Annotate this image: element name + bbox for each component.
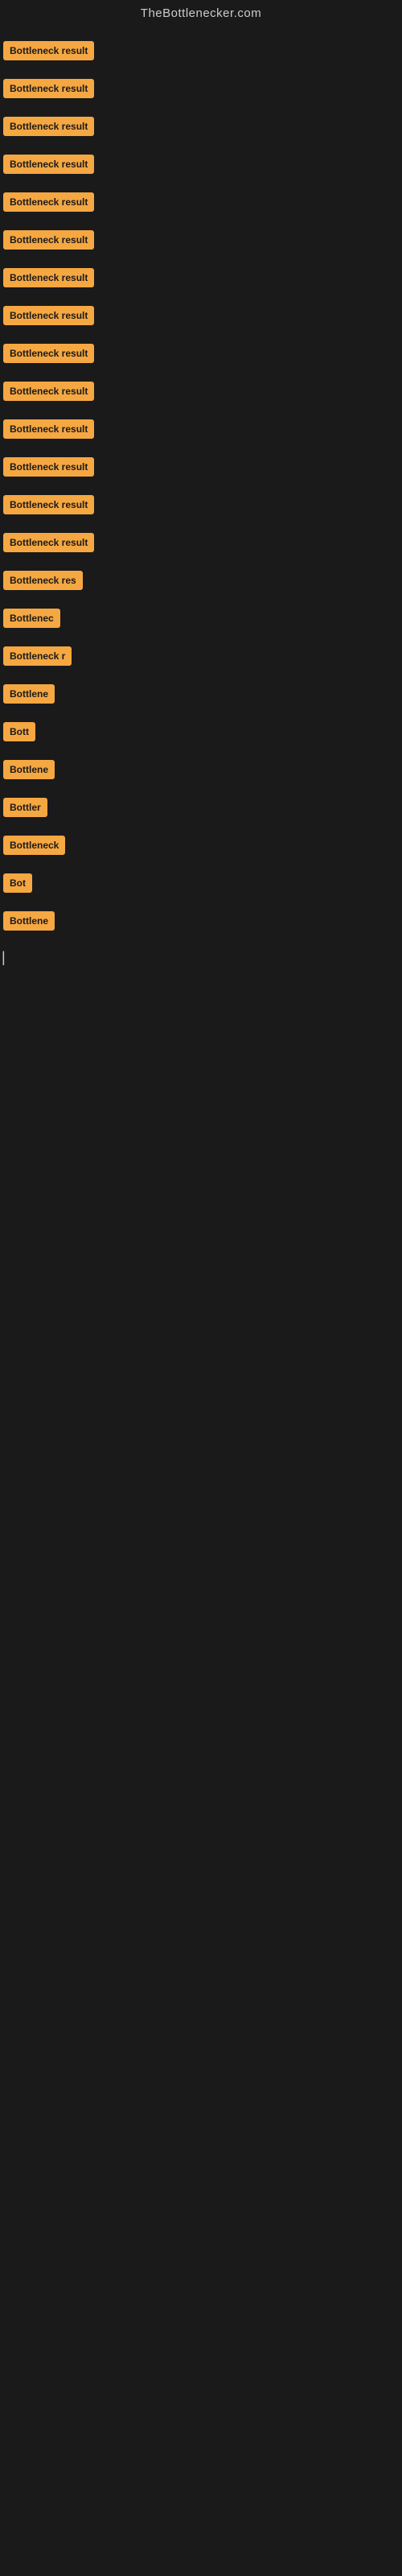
bottleneck-badge[interactable]: Bottleneck result — [3, 230, 94, 250]
bottleneck-badge[interactable]: Bottleneck result — [3, 533, 94, 552]
bottleneck-badge[interactable]: Bottleneck r — [3, 646, 72, 666]
bottleneck-badge[interactable]: Bottleneck result — [3, 344, 94, 363]
bottleneck-badge[interactable]: Bottlene — [3, 760, 55, 779]
bottleneck-badge[interactable]: Bottlene — [3, 911, 55, 931]
bottleneck-badge[interactable]: Bottleneck result — [3, 457, 94, 477]
bottleneck-badge[interactable]: Bottlene — [3, 684, 55, 704]
bottleneck-badge[interactable]: Bottleneck result — [3, 495, 94, 514]
bottleneck-item: Bottleneck result — [0, 411, 402, 449]
bottleneck-badge[interactable]: Bottleneck result — [3, 155, 94, 174]
bottleneck-item: Bottleneck result — [0, 147, 402, 184]
bottleneck-item: Bottleneck result — [0, 222, 402, 260]
bottleneck-badge[interactable]: Bot — [3, 873, 32, 893]
bottleneck-badge[interactable]: Bottleneck result — [3, 117, 94, 136]
bottleneck-badge[interactable]: Bottleneck — [3, 836, 65, 855]
bottleneck-item: Bottler — [0, 790, 402, 828]
bottleneck-item: Bottleneck result — [0, 336, 402, 374]
bottleneck-item: Bot — [0, 865, 402, 903]
bottleneck-item: Bottleneck result — [0, 487, 402, 525]
site-header: TheBottlenecker.com — [0, 0, 402, 30]
bottleneck-item: Bottlene — [0, 752, 402, 790]
bottleneck-item: Bottleneck result — [0, 525, 402, 563]
cursor-indicator: | — [2, 949, 6, 966]
bottleneck-item: Bottleneck result — [0, 33, 402, 71]
bottleneck-badge[interactable]: Bott — [3, 722, 35, 741]
bottleneck-item: Bottleneck result — [0, 298, 402, 336]
bottleneck-item: Bottleneck result — [0, 374, 402, 411]
bottleneck-item: Bottlene — [0, 903, 402, 941]
bottleneck-badge[interactable]: Bottleneck result — [3, 382, 94, 401]
bottleneck-badge[interactable]: Bottleneck result — [3, 192, 94, 212]
bottleneck-item: Bottlenec — [0, 601, 402, 638]
bottleneck-item: Bottleneck result — [0, 260, 402, 298]
bottleneck-item: Bott — [0, 714, 402, 752]
bottleneck-badge[interactable]: Bottleneck result — [3, 79, 94, 98]
bottleneck-badge[interactable]: Bottleneck result — [3, 41, 94, 60]
bottleneck-item: Bottleneck result — [0, 71, 402, 109]
bottleneck-item: Bottleneck r — [0, 638, 402, 676]
items-container: Bottleneck result Bottleneck result Bottle… — [0, 30, 402, 941]
bottleneck-badge[interactable]: Bottleneck res — [3, 571, 83, 590]
bottleneck-badge[interactable]: Bottler — [3, 798, 47, 817]
bottleneck-item: Bottleneck result — [0, 184, 402, 222]
bottleneck-badge[interactable]: Bottleneck result — [3, 268, 94, 287]
bottleneck-item: Bottleneck result — [0, 109, 402, 147]
bottleneck-item: Bottlene — [0, 676, 402, 714]
site-title: TheBottlenecker.com — [141, 6, 261, 20]
bottleneck-item: Bottleneck result — [0, 449, 402, 487]
bottleneck-item: Bottleneck — [0, 828, 402, 865]
bottleneck-item: Bottleneck res — [0, 563, 402, 601]
bottleneck-badge[interactable]: Bottleneck result — [3, 306, 94, 325]
bottleneck-badge[interactable]: Bottlenec — [3, 609, 60, 628]
cursor-area: | — [0, 949, 402, 973]
bottleneck-badge[interactable]: Bottleneck result — [3, 419, 94, 439]
